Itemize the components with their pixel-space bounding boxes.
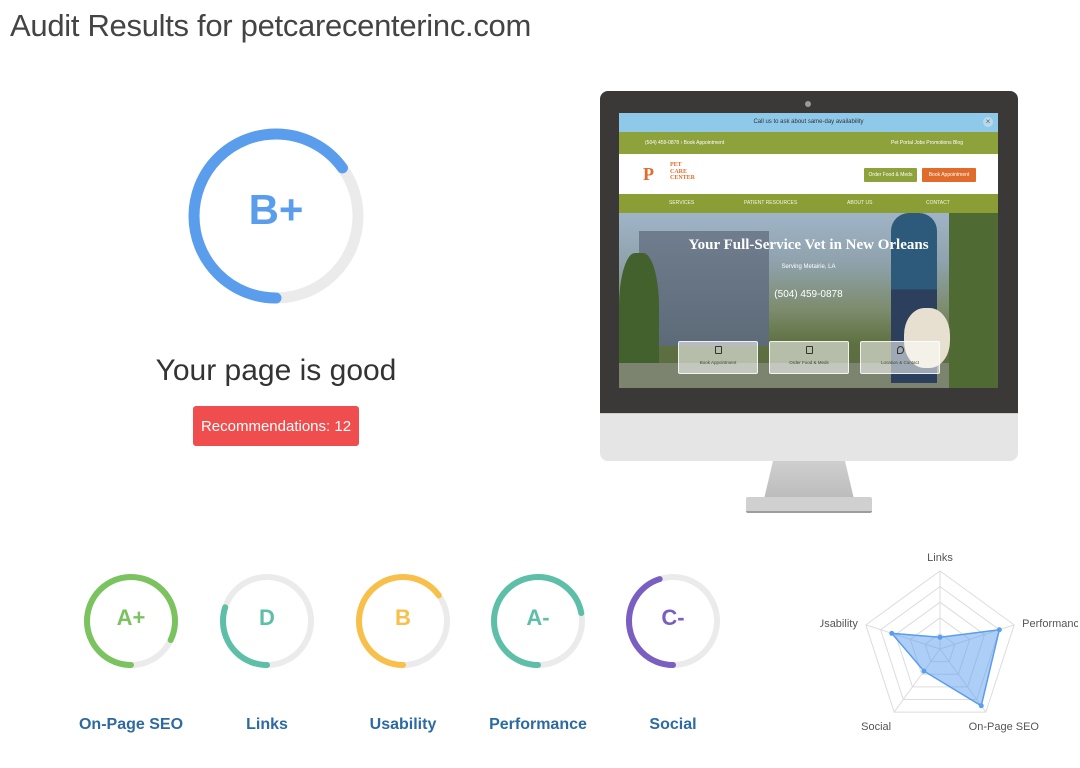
radar-axis-label: Usability <box>820 618 858 630</box>
category-score-social: C- <box>623 556 723 686</box>
preview-nav-item: ABOUT US <box>847 200 873 206</box>
summary-text: Your page is good <box>155 354 397 387</box>
monitor-camera <box>805 101 811 107</box>
preview-card: Book Appointment <box>678 341 758 374</box>
radar-point <box>937 634 943 640</box>
radar-axis-label: Social <box>861 721 891 733</box>
category-grade: B <box>395 605 411 630</box>
calendar-icon <box>715 346 722 354</box>
location-pin-icon <box>897 346 904 354</box>
preview-card-label: Location & Contact <box>880 360 920 365</box>
preview-card-label: Order Food & Meds <box>789 360 829 365</box>
preview-header: P PET CARE CENTER Order Food & Meds Book… <box>619 154 998 194</box>
category-score-performance: A- <box>488 556 588 686</box>
category-label: Usability <box>369 716 437 733</box>
preview-hero-phone: (504) 459-0878 <box>774 289 843 300</box>
category-radar-chart: Links Performance On-Page SEO Social Usabili… <box>820 552 1078 733</box>
radar-point <box>889 630 895 636</box>
category-grade: A- <box>526 605 550 630</box>
preview-nav-item: SERVICES <box>669 200 695 206</box>
preview-nav-item: PATIENT RESOURCES <box>744 200 798 206</box>
preview-logo-mark: P <box>643 164 654 184</box>
category-grade: A+ <box>116 605 146 630</box>
preview-book-button: Book Appointment <box>922 168 976 182</box>
category-label: Social <box>649 716 697 733</box>
clipboard-icon <box>806 346 813 354</box>
preview-announcement: Call us to ask about same-day availabili… <box>619 113 998 132</box>
preview-hero: Your Full-Service Vet in New Orleans Ser… <box>619 213 998 388</box>
category-label: Performance <box>489 716 587 733</box>
monitor-stand <box>764 461 854 499</box>
category-score-links: D <box>217 556 317 686</box>
close-icon: × <box>983 117 993 127</box>
preview-utility-left: (504) 459-0878 › Book Appointment <box>645 140 725 146</box>
preview-order-button: Order Food & Meds <box>864 168 917 182</box>
category-score-usability: B <box>353 556 453 686</box>
preview-screenshot: Call us to ask about same-day availabili… <box>619 113 998 388</box>
radar-point <box>996 627 1002 633</box>
preview-hero-subtitle: Serving Metairie, LA <box>781 264 836 270</box>
category-grade: D <box>259 605 275 630</box>
preview-nav-item: CONTACT <box>926 200 950 206</box>
recommendations-button[interactable]: Recommendations: 12 <box>193 406 359 446</box>
radar-point <box>921 668 927 674</box>
preview-hero-title: Your Full-Service Vet in New Orleans <box>688 237 929 253</box>
radar-axis-label: On-Page SEO <box>969 721 1040 733</box>
preview-card: Location & Contact <box>860 341 940 374</box>
preview-nav: SERVICES PATIENT RESOURCES ABOUT US CONT… <box>619 194 998 213</box>
preview-card: Order Food & Meds <box>769 341 849 374</box>
preview-utility-bar: (504) 459-0878 › Book Appointment Pet Po… <box>619 132 998 154</box>
radar-axis-label: Links <box>927 552 953 564</box>
website-preview: Call us to ask about same-day availabili… <box>600 91 1018 513</box>
radar-point <box>978 703 984 709</box>
overall-grade: B+ <box>248 186 304 233</box>
monitor-base <box>746 497 872 513</box>
radar-axis-label: Performance <box>1022 618 1078 630</box>
preview-card-label: Book Appointment <box>699 360 737 365</box>
monitor-chin <box>600 413 1018 461</box>
category-score-on-page-seo: A+ <box>81 556 181 686</box>
page-title: Audit Results for petcarecenterinc.com <box>10 8 532 43</box>
preview-logo-text: PET CARE CENTER <box>670 162 696 181</box>
preview-utility-right: Pet Portal Jobs Promotions Blog <box>891 140 963 146</box>
category-grade: C- <box>661 605 685 630</box>
radar-series-area <box>890 628 1001 707</box>
category-label: On-Page SEO <box>78 716 184 733</box>
category-label: Links <box>246 716 288 733</box>
